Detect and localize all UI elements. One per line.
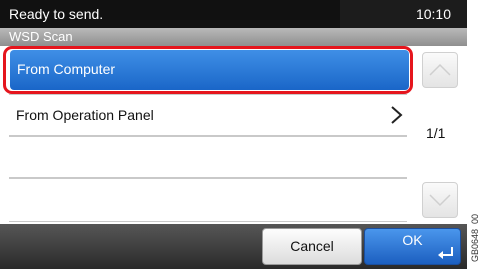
status-time: 10:10 xyxy=(415,6,451,22)
scroll-up-button[interactable] xyxy=(422,52,458,88)
page-indicator: 1/1 xyxy=(426,125,446,141)
list-item-label: From Operation Panel xyxy=(16,107,154,123)
screen-title: WSD Scan xyxy=(9,29,73,44)
cancel-button[interactable]: Cancel xyxy=(262,228,362,265)
title-bar: WSD Scan xyxy=(0,28,467,46)
list-item-empty xyxy=(9,136,407,178)
chevron-right-icon xyxy=(391,106,403,124)
status-bar: Ready to send. 10:10 xyxy=(0,0,467,28)
list-item-from-computer[interactable]: From Computer xyxy=(10,50,409,90)
ok-button[interactable]: OK xyxy=(364,228,461,265)
scroll-down-button[interactable] xyxy=(422,182,458,218)
list-item-label: From Computer xyxy=(17,61,116,77)
option-list: From Computer From Operation Panel xyxy=(0,46,415,224)
status-message: Ready to send. xyxy=(9,6,104,22)
scroll-column: 1/1 xyxy=(415,46,467,224)
enter-icon xyxy=(438,247,453,259)
cancel-button-label: Cancel xyxy=(290,238,334,254)
status-message-area: Ready to send. xyxy=(0,0,340,28)
list-item-empty xyxy=(9,178,407,222)
figure-code: GB0648_00 xyxy=(470,213,479,262)
list-item-from-operation-panel[interactable]: From Operation Panel xyxy=(9,94,407,136)
chevron-up-icon xyxy=(429,63,451,76)
chevron-down-icon xyxy=(429,194,451,207)
operation-panel: Ready to send. 10:10 WSD Scan From Compu… xyxy=(0,0,467,269)
bottom-action-bar: Cancel OK xyxy=(0,224,467,269)
